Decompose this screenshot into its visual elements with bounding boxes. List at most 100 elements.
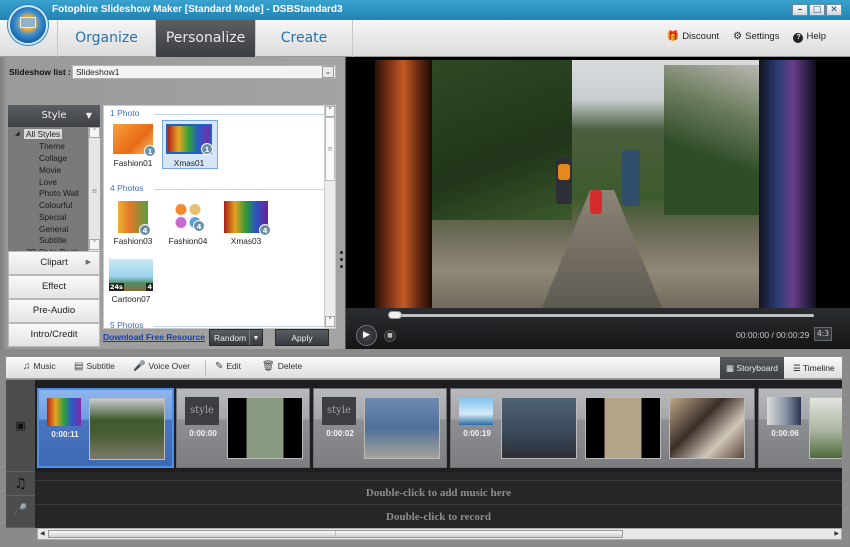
delete-button[interactable]: 🗑 Delete <box>262 361 302 372</box>
panel-splitter[interactable] <box>337 247 345 273</box>
slide-photo[interactable] <box>501 397 577 459</box>
preview-panel: ▶ ■ 00:00:00 / 00:00:29 4:3 <box>345 57 850 349</box>
slide-photo[interactable] <box>809 397 842 459</box>
slide-item[interactable]: style 0:00:00 <box>176 388 310 468</box>
help-link[interactable]: ? Help <box>793 31 826 43</box>
tree-collapse-icon[interactable]: ◢ <box>15 130 20 137</box>
subtitle-button[interactable]: ▤ Subtitle <box>74 361 115 372</box>
app-logo-icon[interactable] <box>8 5 48 45</box>
close-button[interactable]: ✕ <box>826 4 842 16</box>
title-bar: Fotophire Slideshow Maker [Standard Mode… <box>0 0 850 20</box>
chevron-down-icon[interactable]: ⌄ <box>322 66 334 78</box>
mode-select[interactable]: Random ▼ <box>209 329 263 346</box>
slide-effect-thumb[interactable] <box>767 397 801 425</box>
download-free-resource-link[interactable]: Download Free Resource <box>103 332 205 342</box>
tree-item[interactable]: Collage <box>39 153 67 163</box>
intro-credit-button[interactable]: Intro/Credit <box>8 323 100 347</box>
scroll-down-icon[interactable]: ˅ <box>89 239 100 250</box>
style-thumb-fashion03[interactable]: 4 <box>118 201 151 236</box>
settings-link[interactable]: ⚙ Settings <box>733 31 779 43</box>
storyboard-view-tab[interactable]: ▦ Storyboard <box>720 357 784 379</box>
storyboard-hscrollbar[interactable]: ◀ ⦙ ▶ <box>37 528 842 540</box>
scroll-up-icon[interactable]: ˄ <box>325 106 335 117</box>
style-thumb-xmas03[interactable]: 4 <box>224 201 271 236</box>
tree-item[interactable]: Love <box>39 177 57 187</box>
gallery-scrollbar[interactable]: ˄ ≡ ˅ <box>324 106 335 328</box>
scroll-thumb[interactable]: ≡ <box>325 117 335 181</box>
caret-down-icon[interactable]: ▼ <box>249 330 262 345</box>
tab-create[interactable]: Create <box>255 20 353 57</box>
clipart-button[interactable]: Clipart ▶ <box>8 251 100 275</box>
gear-icon: ⚙ <box>733 31 743 42</box>
style-name: Fashion04 <box>168 236 208 246</box>
scroll-thumb[interactable]: ⦙ <box>48 530 623 538</box>
right-decoration <box>759 60 816 308</box>
slide-item[interactable]: 0:00:19 <box>450 388 755 468</box>
apply-button[interactable]: Apply <box>275 329 329 346</box>
slide-item[interactable]: 0:00:11 <box>37 388 174 468</box>
tree-item[interactable]: General <box>39 224 69 234</box>
voice-over-button[interactable]: 🎤 Voice Over <box>133 361 190 372</box>
settings-label: Settings <box>745 31 780 42</box>
tree-item[interactable]: Photo Wall <box>39 188 79 198</box>
style-thumb-cartoon07[interactable]: 24s 4 <box>109 259 153 291</box>
style-category-header[interactable]: Style ▼ <box>8 105 100 127</box>
minimize-button[interactable]: – <box>792 4 808 16</box>
scroll-right-icon[interactable]: ▶ <box>834 529 839 539</box>
tree-item[interactable]: Movie <box>39 165 61 175</box>
slide-effect-thumb[interactable]: style <box>185 397 219 425</box>
style-gallery: 1 Photo 1 Fashion01 1 Xmas01 4 Photos 4 … <box>103 105 336 329</box>
pre-audio-button[interactable]: Pre-Audio <box>8 299 100 323</box>
slide-duration: 0:00:19 <box>463 429 491 438</box>
discount-link[interactable]: 🎁 Discount <box>667 31 719 43</box>
time-display: 00:00:00 / 00:00:29 <box>736 330 809 340</box>
scroll-left-icon[interactable]: ◀ <box>40 529 45 539</box>
caret-down-icon: ▼ <box>85 111 92 120</box>
tab-personalize[interactable]: Personalize <box>155 20 255 57</box>
main-nav: Organize Personalize Create 🎁 Discount ⚙ S… <box>0 20 850 57</box>
section-title: 1 Photo <box>110 108 327 118</box>
tree-item-all-styles[interactable]: All Styles <box>24 129 63 139</box>
tab-organize[interactable]: Organize <box>57 20 155 57</box>
slide-photo[interactable] <box>364 397 440 459</box>
maximize-button[interactable]: □ <box>809 4 825 16</box>
left-panel: Slideshow list : Slideshow1 ⌄ Style ▼ ◢ … <box>0 57 345 349</box>
slide-effect-thumb[interactable]: style <box>322 397 356 425</box>
slide-photo[interactable] <box>585 397 661 459</box>
music-track[interactable]: Double-click to add music here <box>35 480 842 504</box>
effect-button[interactable]: Effect <box>8 275 100 299</box>
style-thumb-fashion04[interactable]: 4 <box>174 203 205 232</box>
play-button[interactable]: ▶ <box>356 325 377 346</box>
scroll-down-icon[interactable]: ˅ <box>325 316 335 327</box>
seek-bar[interactable] <box>388 311 814 319</box>
style-thumb-fashion01[interactable]: 1 <box>113 124 156 157</box>
tree-item[interactable]: Theme <box>39 141 65 151</box>
help-label: Help <box>806 31 826 42</box>
tree-item[interactable]: Colourful <box>39 200 72 210</box>
voice-track[interactable]: Double-click to record <box>35 504 842 528</box>
slide-photo[interactable] <box>227 397 303 459</box>
slide-item[interactable]: 0:00:06 <box>758 388 842 468</box>
slide-effect-thumb[interactable] <box>459 397 493 425</box>
slide-effect-thumb[interactable] <box>47 398 81 426</box>
tree-scrollbar[interactable]: ˄ ≡ ˅ <box>88 127 100 251</box>
slide-photo[interactable] <box>89 398 165 460</box>
style-thumb-xmas01[interactable]: 1 <box>166 124 213 155</box>
video-preview[interactable] <box>375 60 816 308</box>
slideshow-list-select[interactable]: Slideshow1 ⌄ <box>72 65 336 79</box>
aspect-ratio-button[interactable]: 4:3 <box>814 327 832 341</box>
slide-photo[interactable] <box>669 397 745 459</box>
slide-item[interactable]: style 0:00:02 <box>313 388 447 468</box>
tree-item[interactable]: Subtitle <box>39 235 67 245</box>
music-button[interactable]: ♫ Music <box>23 361 56 372</box>
stop-button[interactable]: ■ <box>384 330 396 342</box>
trash-icon: 🗑 <box>262 361 275 372</box>
edit-button[interactable]: ✎ Edit <box>215 361 241 372</box>
seek-handle[interactable] <box>388 311 402 319</box>
tree-item[interactable]: Special <box>39 212 66 222</box>
delete-label: Delete <box>277 361 303 371</box>
scroll-up-icon[interactable]: ˄ <box>89 127 100 138</box>
timeline-view-tab[interactable]: ☰ Timeline <box>787 357 841 379</box>
top-links: 🎁 Discount ⚙ Settings ? Help <box>667 31 826 43</box>
scroll-grip-icon[interactable]: ≡ <box>90 187 99 195</box>
